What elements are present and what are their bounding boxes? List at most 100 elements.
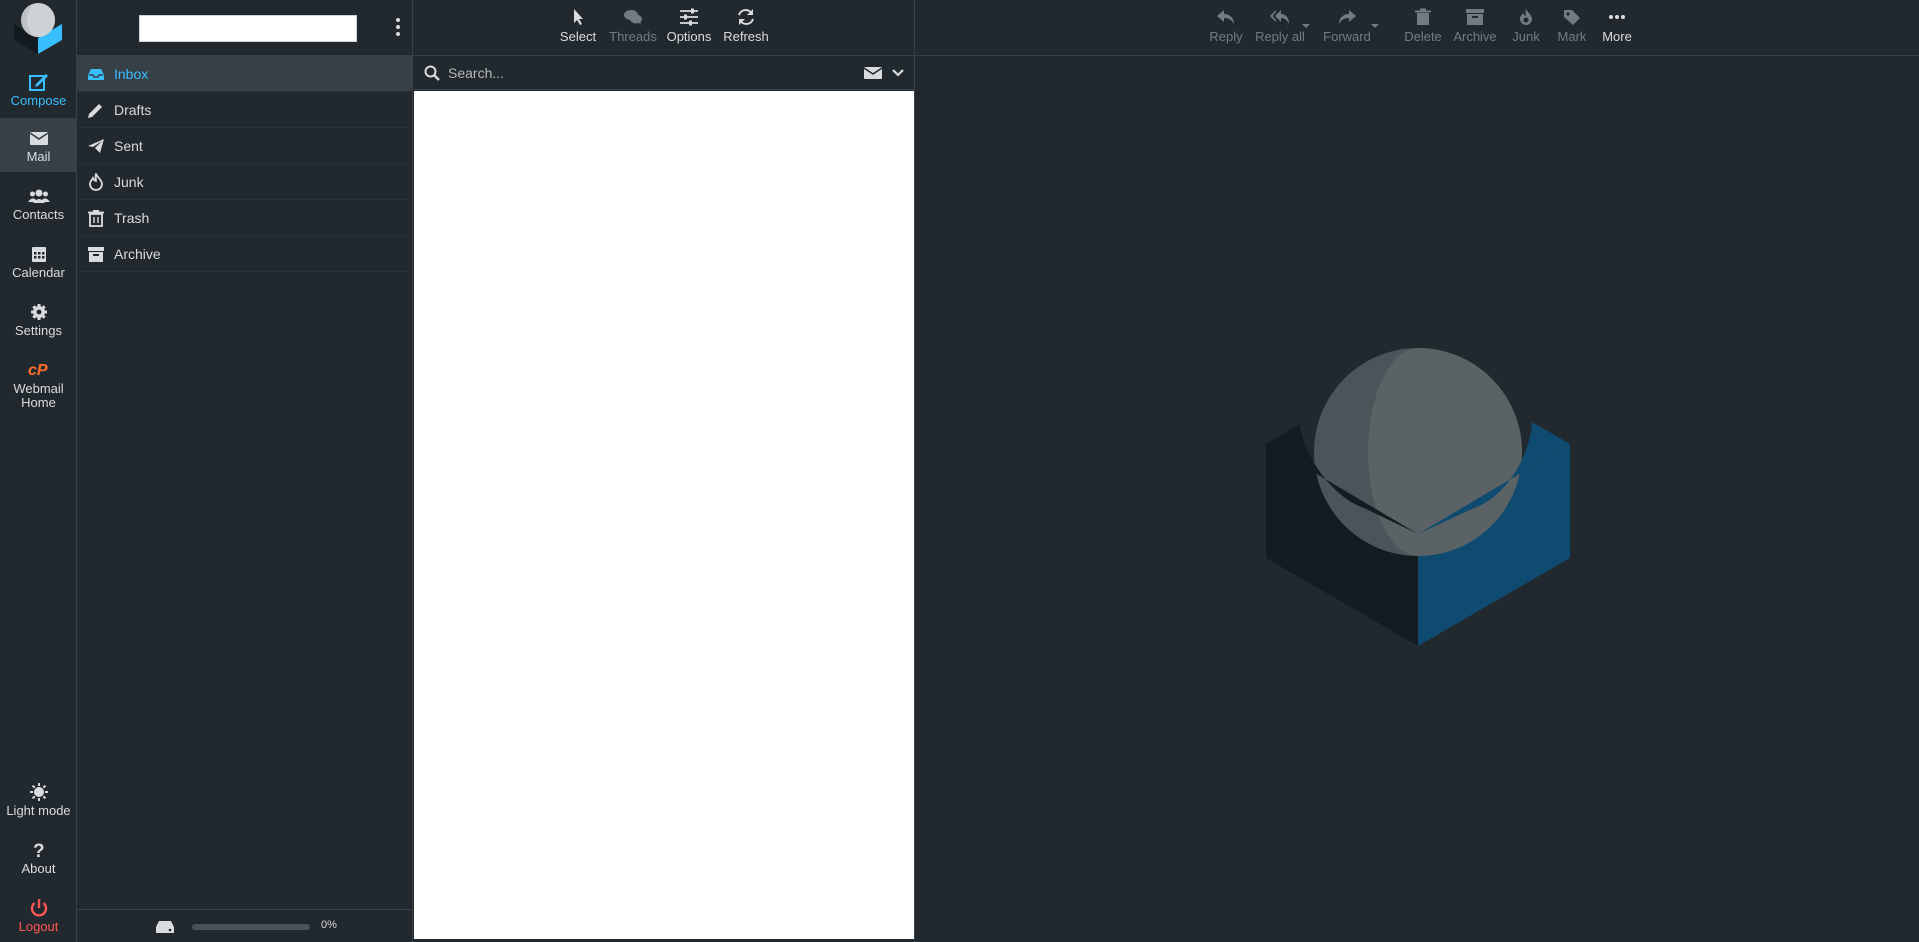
reply-all-icon bbox=[1270, 10, 1289, 24]
question-icon: ? bbox=[33, 841, 45, 860]
more-button[interactable]: More bbox=[1595, 0, 1639, 56]
folder-junk[interactable]: Junk bbox=[77, 164, 412, 200]
folder-drafts[interactable]: Drafts bbox=[77, 92, 412, 128]
archive-icon bbox=[88, 247, 104, 262]
delete-label: Delete bbox=[1404, 29, 1442, 44]
nav-contacts[interactable]: Contacts bbox=[0, 176, 77, 232]
folder-sent[interactable]: Sent bbox=[77, 128, 412, 164]
refresh-button[interactable]: Refresh bbox=[722, 0, 770, 56]
ellipsis-icon bbox=[1609, 15, 1625, 19]
reply-button[interactable]: Reply bbox=[1204, 0, 1248, 56]
refresh-label: Refresh bbox=[723, 29, 769, 44]
reply-label: Reply bbox=[1209, 29, 1243, 44]
trash-icon bbox=[1415, 8, 1431, 25]
nav-mail[interactable]: Mail bbox=[0, 118, 77, 172]
light-mode-icon bbox=[29, 783, 48, 801]
nav-logout[interactable]: Logout bbox=[0, 888, 77, 942]
junk-label: Junk bbox=[1512, 29, 1540, 44]
account-name-field bbox=[139, 15, 357, 42]
nav-light-mode[interactable]: Light mode bbox=[0, 772, 77, 828]
refresh-icon bbox=[738, 9, 754, 25]
folder-junk-label: Junk bbox=[114, 174, 144, 190]
nav-logout-label: Logout bbox=[18, 919, 59, 934]
fire-icon bbox=[89, 173, 103, 191]
threads-label: Threads bbox=[609, 29, 657, 44]
trash-icon bbox=[88, 210, 104, 227]
delete-button[interactable]: Delete bbox=[1401, 0, 1445, 56]
junk-button[interactable]: Junk bbox=[1504, 0, 1548, 56]
nav-settings[interactable]: Settings bbox=[0, 292, 77, 348]
reply-all-label: Reply all bbox=[1255, 29, 1305, 44]
folder-archive[interactable]: Archive bbox=[77, 236, 412, 272]
archive-label: Archive bbox=[1453, 29, 1497, 44]
nav-contacts-label: Contacts bbox=[12, 207, 65, 222]
search-bar bbox=[414, 56, 914, 90]
search-options-chevron-down-icon[interactable] bbox=[891, 66, 905, 80]
message-list[interactable] bbox=[414, 91, 914, 939]
tag-icon bbox=[1564, 10, 1580, 25]
list-toolbar: Select Threads Options Refresh bbox=[414, 0, 914, 56]
select-button[interactable]: Select bbox=[556, 0, 600, 56]
nav-calendar-label: Calendar bbox=[12, 265, 65, 280]
message-content-pane: Reply Reply all Forward Delete Archive J… bbox=[916, 0, 1919, 942]
forward-button[interactable]: Forward bbox=[1319, 0, 1375, 56]
users-icon bbox=[27, 189, 50, 203]
message-list-pane: Select Threads Options Refresh bbox=[414, 0, 915, 942]
envelope-icon bbox=[29, 132, 48, 145]
quota-indicator: 0% bbox=[77, 909, 413, 942]
inbox-icon bbox=[88, 69, 104, 80]
forward-icon bbox=[1339, 10, 1356, 24]
folder-sent-label: Sent bbox=[114, 138, 143, 154]
forward-dropdown-caret-icon[interactable] bbox=[1370, 22, 1380, 30]
roundcube-watermark-logo bbox=[1266, 348, 1570, 646]
options-button[interactable]: Options bbox=[665, 0, 713, 56]
nav-about-label: About bbox=[21, 861, 56, 876]
folder-archive-label: Archive bbox=[114, 246, 161, 262]
reply-all-dropdown-caret-icon[interactable] bbox=[1301, 22, 1311, 30]
message-toolbar: Reply Reply all Forward Delete Archive J… bbox=[916, 0, 1919, 56]
select-label: Select bbox=[559, 29, 597, 44]
mark-label: Mark bbox=[1557, 29, 1587, 44]
forward-label: Forward bbox=[1323, 29, 1371, 44]
gear-icon bbox=[30, 304, 47, 320]
fire-icon bbox=[1520, 9, 1532, 25]
folder-inbox[interactable]: Inbox bbox=[77, 56, 412, 92]
mark-button[interactable]: Mark bbox=[1550, 0, 1594, 56]
nav-calendar[interactable]: Calendar bbox=[0, 234, 77, 290]
archive-button[interactable]: Archive bbox=[1450, 0, 1500, 56]
search-scope-envelope-icon[interactable] bbox=[863, 66, 883, 80]
nav-mail-label: Mail bbox=[26, 149, 51, 164]
nav-about[interactable]: ? About bbox=[0, 830, 77, 886]
nav-compose-label: Compose bbox=[10, 93, 67, 108]
compose-icon bbox=[28, 74, 48, 91]
threads-button[interactable]: Threads bbox=[608, 0, 658, 56]
main-nav: Compose Mail Contacts Calendar Settings … bbox=[0, 0, 77, 942]
hard-drive-icon bbox=[156, 921, 174, 933]
nav-compose[interactable]: Compose bbox=[0, 62, 77, 118]
reply-icon bbox=[1217, 10, 1234, 24]
power-icon bbox=[30, 899, 47, 917]
folder-trash[interactable]: Trash bbox=[77, 200, 412, 236]
folder-header bbox=[77, 0, 412, 56]
more-label: More bbox=[1602, 29, 1632, 44]
quota-text: 0% bbox=[321, 919, 337, 931]
cpanel-icon: cP bbox=[28, 362, 48, 379]
nav-settings-label: Settings bbox=[15, 323, 62, 338]
pencil-icon bbox=[88, 104, 102, 118]
archive-icon bbox=[1466, 9, 1484, 25]
quota-bar bbox=[192, 924, 310, 930]
comments-icon bbox=[624, 10, 642, 25]
folder-menu-icon[interactable] bbox=[393, 16, 403, 38]
search-icon bbox=[424, 65, 440, 81]
folder-pane: Inbox Drafts Sent Junk Trash Archive 0% bbox=[77, 0, 413, 942]
calendar-icon bbox=[31, 247, 46, 262]
search-input[interactable] bbox=[448, 62, 868, 84]
folder-inbox-label: Inbox bbox=[114, 66, 149, 82]
nav-webmail-home[interactable]: cP Webmail Home bbox=[0, 350, 77, 410]
webmail-app: Compose Mail Contacts Calendar Settings … bbox=[0, 0, 1919, 942]
svg-text:cP: cP bbox=[28, 362, 48, 379]
folder-drafts-label: Drafts bbox=[114, 102, 152, 118]
nav-light-mode-label: Light mode bbox=[6, 803, 71, 818]
options-label[interactable]: Options bbox=[667, 29, 712, 44]
svg-text:?: ? bbox=[33, 841, 45, 860]
